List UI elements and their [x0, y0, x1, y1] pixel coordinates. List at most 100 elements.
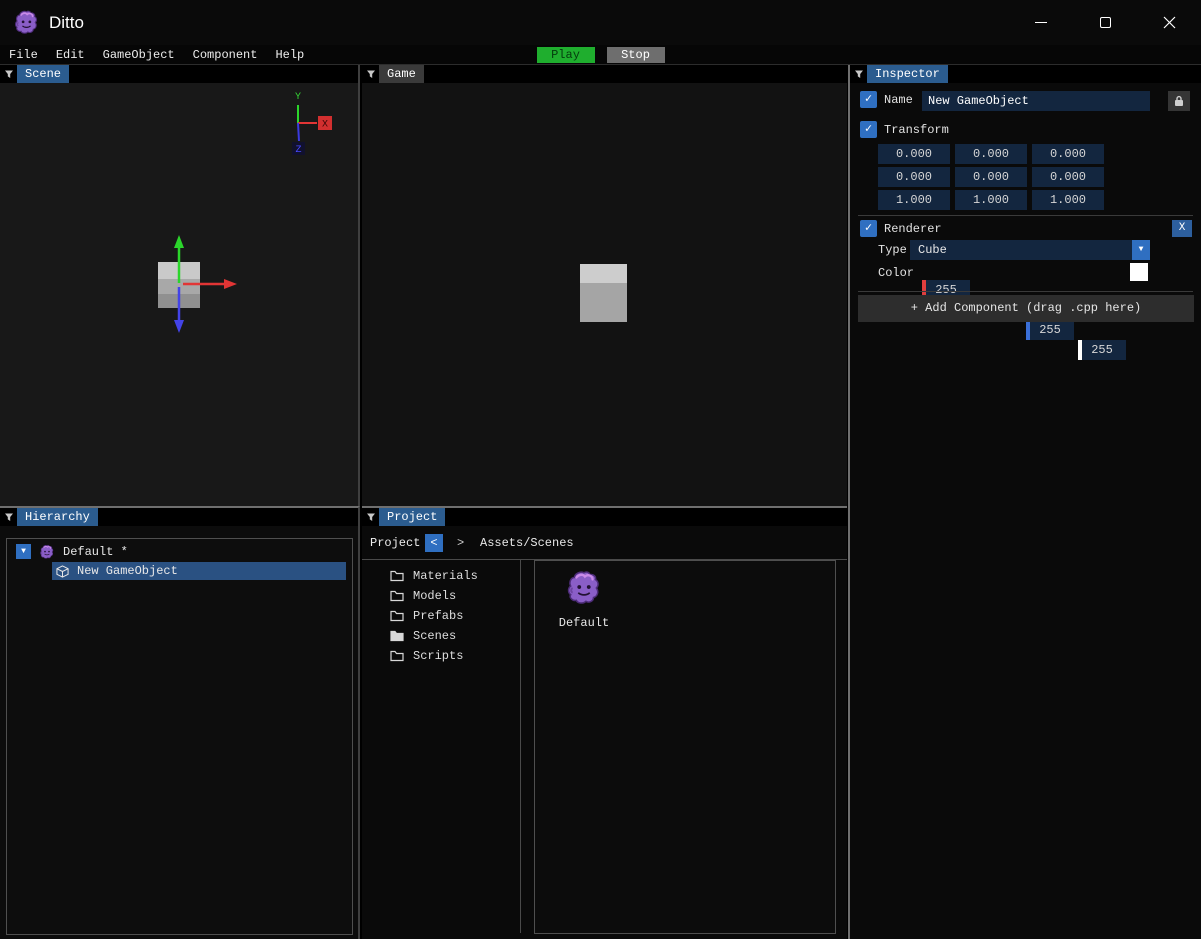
color-channel-a[interactable]: 255	[1078, 340, 1126, 360]
hierarchy-root-row[interactable]: ▼ Default *	[7, 542, 352, 561]
close-button[interactable]	[1137, 0, 1201, 45]
dropdown-arrow-icon: ▼	[1132, 240, 1150, 260]
renderer-type-value: Cube	[918, 243, 947, 257]
stop-button[interactable]: Stop	[606, 47, 665, 63]
maximize-button[interactable]	[1073, 0, 1137, 45]
menu-file[interactable]: File	[0, 45, 47, 65]
inspector-separator-2	[858, 291, 1193, 292]
gizmo-z-handle[interactable]	[174, 320, 184, 333]
game-panel-header: Game	[362, 65, 847, 83]
folder-label: Scripts	[413, 648, 464, 663]
renderer-enabled-checkbox[interactable]: ✓	[860, 220, 877, 237]
scene-viewport[interactable]: Y X Z	[0, 83, 358, 506]
menu-edit[interactable]: Edit	[47, 45, 94, 65]
folder-label: Prefabs	[413, 608, 464, 623]
transform-position-y[interactable]: 0.000	[955, 144, 1027, 164]
renderer-remove-button[interactable]: X	[1172, 220, 1192, 237]
maximize-icon	[1099, 17, 1111, 28]
hierarchy-panel-menu-icon[interactable]	[0, 512, 17, 522]
play-button[interactable]: Play	[536, 47, 595, 63]
close-icon	[1163, 16, 1175, 29]
color-value-a: 255	[1091, 343, 1113, 357]
inspector-panel-menu-icon[interactable]	[850, 69, 867, 79]
color-channel-b[interactable]: 255	[1026, 320, 1074, 340]
breadcrumb-path: Assets/Scenes	[480, 536, 574, 550]
renderer-type-dropdown[interactable]: Cube ▼	[910, 240, 1150, 260]
asset-default-scene[interactable]: Default	[555, 569, 613, 630]
project-toolbar-label: Project	[370, 536, 421, 550]
transform-scale-x[interactable]: 1.000	[878, 190, 950, 210]
gizmo-x-handle[interactable]	[224, 279, 237, 289]
folder-label: Models	[413, 588, 457, 603]
menu-help[interactable]: Help	[266, 45, 313, 65]
color-strip-blue	[1026, 320, 1030, 340]
name-label: Name	[884, 93, 913, 107]
add-component-button[interactable]: + Add Component (drag .cpp here)	[858, 295, 1194, 322]
transform-rotation-z[interactable]: 0.000	[1032, 167, 1104, 187]
project-panel: Project Project < > Assets/Scenes Materi…	[362, 506, 847, 939]
hierarchy-root-label[interactable]: Default *	[63, 545, 128, 559]
window-title: Ditto	[49, 12, 84, 32]
cube-icon	[56, 565, 69, 578]
tab-game[interactable]: Game	[379, 65, 424, 83]
folder-icon	[390, 650, 404, 662]
transform-position-x[interactable]: 0.000	[878, 144, 950, 164]
color-preview-swatch[interactable]	[1130, 263, 1148, 281]
name-input[interactable]	[922, 91, 1150, 111]
asset-grid: Default	[534, 560, 836, 934]
tab-hierarchy[interactable]: Hierarchy	[17, 508, 98, 526]
gizmo-y-handle[interactable]	[174, 235, 184, 248]
tab-inspector[interactable]: Inspector	[867, 65, 948, 83]
transform-enabled-checkbox[interactable]: ✓	[860, 121, 877, 138]
lock-button[interactable]	[1168, 91, 1190, 111]
menu-component[interactable]: Component	[184, 45, 267, 65]
renderer-label: Renderer	[884, 222, 942, 236]
folder-label: Materials	[413, 568, 478, 583]
folder-models[interactable]: Models	[390, 586, 456, 605]
translate-gizmo[interactable]	[174, 235, 237, 333]
minimize-button[interactable]	[1009, 0, 1073, 45]
back-button[interactable]: <	[425, 534, 443, 552]
folder-icon	[390, 570, 404, 582]
transform-label: Transform	[884, 123, 949, 137]
folder-prefabs[interactable]: Prefabs	[390, 606, 463, 625]
project-panel-header: Project	[362, 508, 847, 526]
folder-scenes[interactable]: Scenes	[390, 626, 456, 645]
folder-materials[interactable]: Materials	[390, 566, 478, 585]
game-panel-menu-icon[interactable]	[362, 69, 379, 79]
name-enabled-checkbox[interactable]: ✓	[860, 91, 877, 108]
hierarchy-panel: Hierarchy ▼ Default * New GameObject	[0, 506, 360, 939]
folder-scripts[interactable]: Scripts	[390, 646, 463, 665]
folder-icon	[390, 610, 404, 622]
forward-button[interactable]: >	[457, 536, 464, 550]
renderer-type-label: Type	[878, 243, 907, 257]
hierarchy-item-label: New GameObject	[77, 564, 178, 578]
transform-scale-z[interactable]: 1.000	[1032, 190, 1104, 210]
project-panel-menu-icon[interactable]	[362, 512, 379, 522]
renderer-color-label: Color	[878, 266, 915, 280]
game-cube-front-face	[580, 283, 627, 322]
transform-scale-y[interactable]: 1.000	[955, 190, 1027, 210]
app-logo-ditto-icon	[13, 9, 40, 36]
transform-rotation-x[interactable]: 0.000	[878, 167, 950, 187]
transform-position-z[interactable]: 0.000	[1032, 144, 1104, 164]
tree-expand-toggle[interactable]: ▼	[16, 544, 31, 559]
scene-panel-menu-icon[interactable]	[0, 69, 17, 79]
transform-rotation-y[interactable]: 0.000	[955, 167, 1027, 187]
asset-label: Default	[558, 616, 610, 630]
scene-panel: Scene Y X Z	[0, 65, 360, 506]
scene-ditto-icon	[39, 544, 55, 560]
game-cube-top-face	[580, 264, 627, 283]
inspector-panel: Inspector ✓ Name ✓ Transform 0.000 0.000…	[848, 65, 1201, 939]
game-viewport	[362, 83, 847, 506]
tab-project[interactable]: Project	[379, 508, 446, 526]
hierarchy-tree: ▼ Default * New GameObject	[6, 538, 353, 935]
axis-orientation-gizmo[interactable]: Y X Z	[292, 92, 332, 156]
menu-gameobject[interactable]: GameObject	[94, 45, 184, 65]
color-strip-alpha	[1078, 340, 1082, 360]
hierarchy-item-new-gameobject[interactable]: New GameObject	[52, 562, 346, 580]
folder-icon	[390, 590, 404, 602]
axis-x-label: X	[322, 120, 328, 131]
scene-asset-ditto-icon	[565, 569, 603, 607]
tab-scene[interactable]: Scene	[17, 65, 70, 83]
